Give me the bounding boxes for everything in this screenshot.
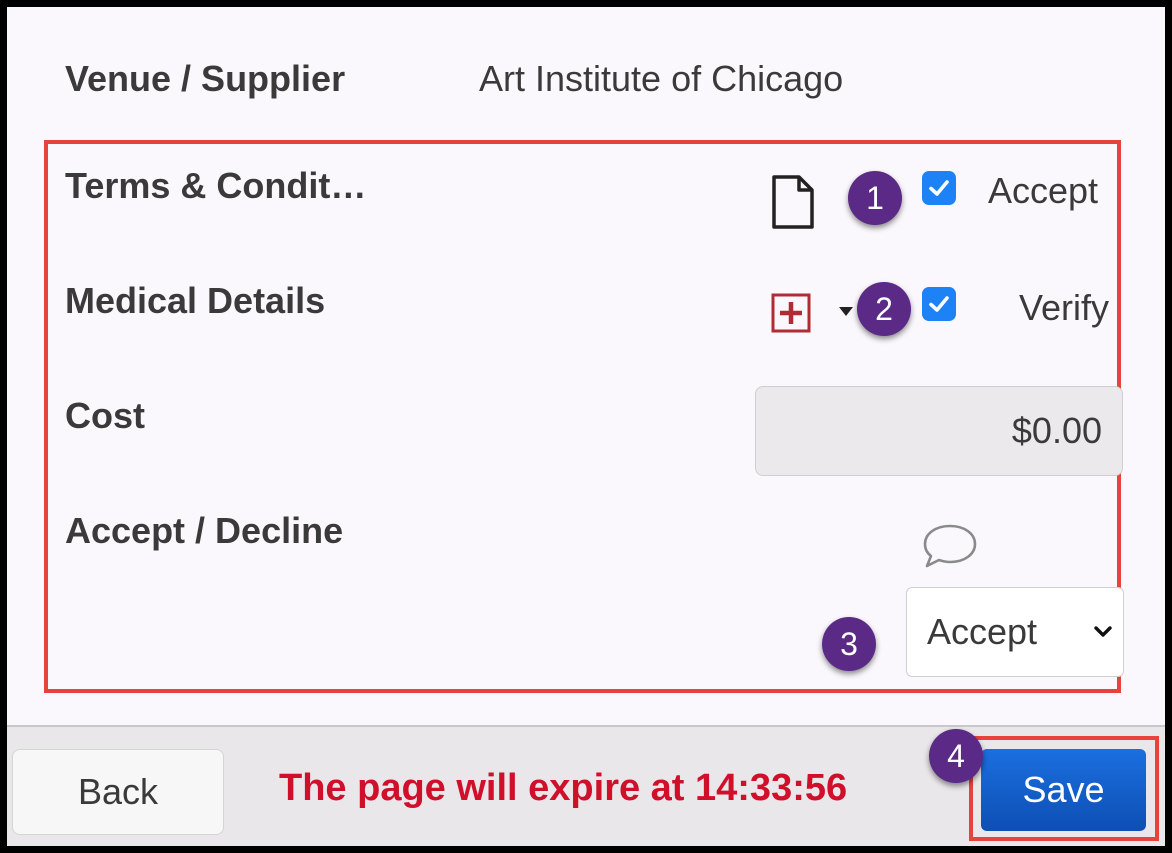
annotation-badge-1: 1	[848, 171, 902, 225]
back-button[interactable]: Back	[12, 749, 224, 835]
medical-plus-icon[interactable]	[771, 293, 811, 333]
terms-label: Terms & Condit…	[65, 165, 367, 206]
annotation-badge-3: 3	[822, 617, 876, 671]
accept-decline-select[interactable]: Accept	[906, 587, 1124, 677]
save-button[interactable]: Save	[981, 749, 1146, 831]
checkmark-icon	[929, 180, 949, 196]
document-icon[interactable]	[769, 174, 817, 230]
expire-notice: The page will expire at 14:33:56	[279, 767, 848, 809]
annotation-badge-2: 2	[857, 282, 911, 336]
form-panel: Venue / Supplier Art Institute of Chicag…	[7, 7, 1165, 846]
medical-label: Medical Details	[65, 280, 326, 321]
cost-field: $0.00	[755, 386, 1123, 476]
select-value: Accept	[927, 611, 1038, 652]
venue-value: Art Institute of Chicago	[479, 58, 844, 99]
terms-accept-label: Accept	[988, 170, 1099, 211]
accept-decline-label: Accept / Decline	[65, 510, 344, 551]
cost-label: Cost	[65, 395, 145, 436]
comment-icon[interactable]	[920, 521, 980, 571]
annotation-badge-4: 4	[929, 729, 983, 783]
venue-row: Venue / Supplier Art Institute of Chicag…	[65, 55, 843, 103]
medical-verify-checkbox[interactable]	[922, 287, 956, 321]
chevron-down-icon	[1083, 625, 1123, 639]
chevron-down-icon[interactable]	[839, 307, 853, 316]
checkmark-icon	[929, 296, 949, 312]
medical-verify-label: Verify	[1019, 287, 1110, 328]
venue-label: Venue / Supplier	[65, 58, 346, 99]
terms-accept-checkbox[interactable]	[922, 171, 956, 205]
